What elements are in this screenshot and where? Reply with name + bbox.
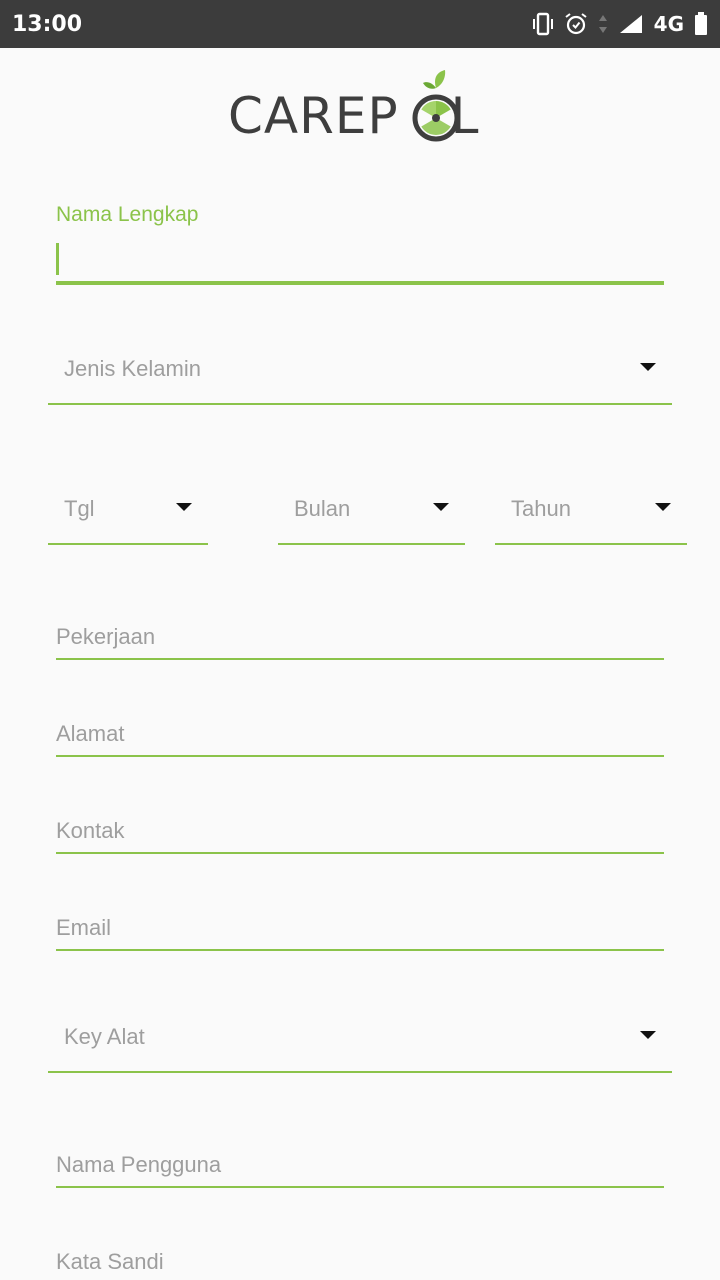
chevron-down-icon: [640, 363, 656, 371]
occupation-placeholder: Pekerjaan: [56, 624, 156, 649]
vibrate-icon: [532, 12, 553, 36]
text-cursor: [56, 243, 59, 275]
birth-month-placeholder: Bulan: [294, 496, 351, 521]
contact-input[interactable]: Kontak: [56, 814, 664, 856]
signal-icon: [619, 15, 642, 33]
gender-placeholder: Jenis Kelamin: [64, 356, 201, 381]
birth-month-dropdown[interactable]: Bulan: [278, 480, 465, 546]
carepol-logo: CAREP L: [228, 66, 492, 146]
device-key-underline: [48, 1071, 672, 1073]
birth-year-placeholder: Tahun: [511, 496, 571, 521]
network-type: 4G: [653, 12, 684, 36]
device-key-dropdown[interactable]: Key Alat: [48, 1008, 672, 1074]
password-placeholder: Kata Sandi: [56, 1249, 164, 1274]
chevron-down-icon: [655, 503, 671, 511]
data-arrows-icon: [598, 15, 607, 33]
chevron-down-icon: [433, 503, 449, 511]
battery-icon: [695, 12, 707, 35]
birth-year-dropdown[interactable]: Tahun: [495, 480, 687, 546]
address-placeholder: Alamat: [56, 721, 125, 746]
birth-day-dropdown[interactable]: Tgl: [48, 480, 208, 546]
contact-placeholder: Kontak: [56, 818, 125, 843]
birth-year-underline: [495, 543, 687, 545]
chevron-down-icon: [640, 1031, 656, 1039]
username-placeholder: Nama Pengguna: [56, 1152, 222, 1177]
occupation-underline: [56, 658, 664, 660]
email-placeholder: Email: [56, 915, 112, 940]
status-time: 13:00: [12, 12, 83, 37]
birth-month-underline: [278, 543, 465, 545]
address-input[interactable]: Alamat: [56, 717, 664, 759]
birth-day-underline: [48, 543, 208, 545]
status-bar: 13:00 4G: [0, 0, 720, 48]
logo-leaf-fan-icon: [412, 70, 460, 142]
full-name-field[interactable]: Nama Lengkap: [56, 203, 664, 287]
contact-underline: [56, 852, 664, 854]
gender-underline: [48, 403, 672, 405]
full-name-underline: [56, 281, 664, 285]
alarm-icon: [565, 13, 587, 35]
gender-dropdown[interactable]: Jenis Kelamin: [48, 340, 672, 406]
full-name-label: Nama Lengkap: [56, 203, 199, 226]
occupation-input[interactable]: Pekerjaan: [56, 620, 664, 662]
status-icons: 4G: [522, 10, 708, 38]
email-input[interactable]: Email: [56, 911, 664, 953]
chevron-down-icon: [176, 503, 192, 511]
email-underline: [56, 949, 664, 951]
username-input[interactable]: Nama Pengguna: [56, 1148, 664, 1190]
birth-day-placeholder: Tgl: [64, 496, 95, 521]
address-underline: [56, 755, 664, 757]
device-key-placeholder: Key Alat: [64, 1024, 145, 1049]
password-input[interactable]: Kata Sandi: [56, 1245, 664, 1280]
username-underline: [56, 1186, 664, 1188]
